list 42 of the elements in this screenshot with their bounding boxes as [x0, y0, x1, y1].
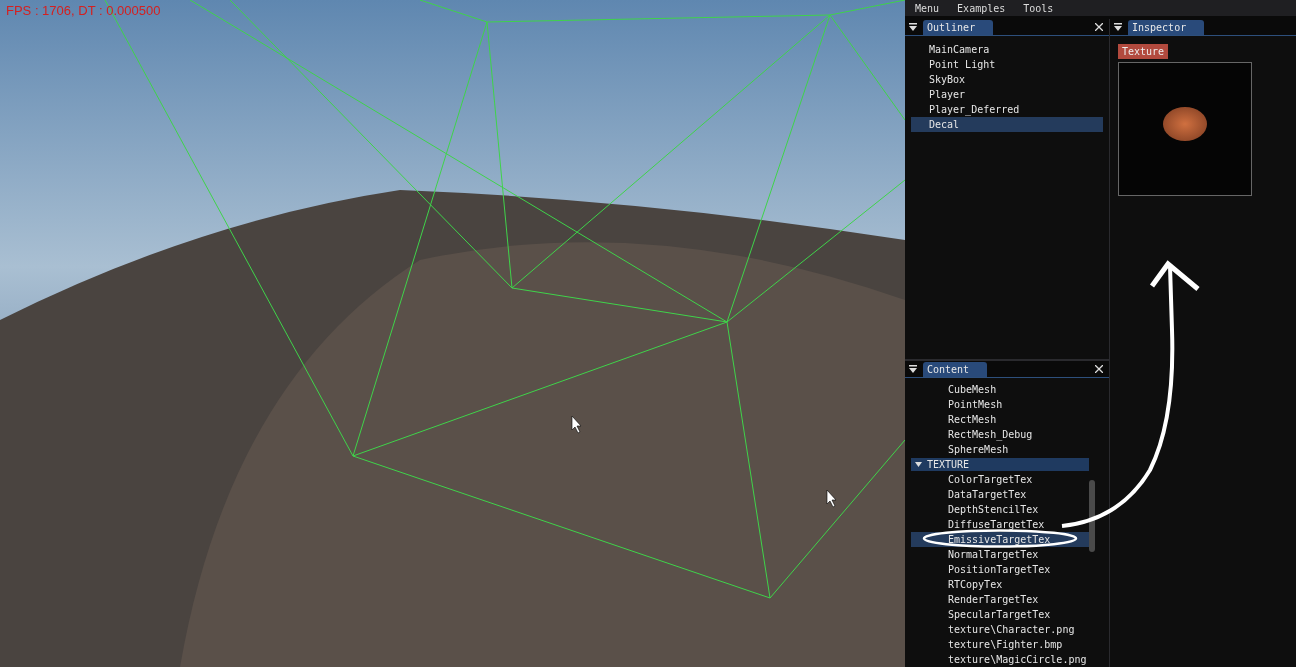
content-item[interactable]: SpecularTargetTex	[911, 607, 1089, 622]
content-item[interactable]: PointMesh	[911, 397, 1089, 412]
content-item[interactable]: PositionTargetTex	[911, 562, 1089, 577]
folder-header[interactable]: TEXTURE	[911, 458, 1089, 471]
outliner-item[interactable]: Point Light	[911, 57, 1103, 72]
panel-tab[interactable]: Content	[923, 362, 988, 377]
content-item[interactable]: texture\MagicCircle.png	[911, 652, 1089, 667]
outliner-item[interactable]: MainCamera	[911, 42, 1103, 57]
content-item[interactable]: ColorTargetTex	[911, 472, 1089, 487]
outliner-item[interactable]: Player	[911, 87, 1103, 102]
scrollbar[interactable]	[1089, 480, 1095, 552]
folder-label[interactable]: TEXTURE	[927, 458, 970, 471]
content-item[interactable]: DepthStencilTex	[911, 502, 1089, 517]
panel-tab[interactable]: Outliner	[923, 20, 994, 35]
menu-item[interactable]: Tools	[1023, 2, 1054, 14]
content-item[interactable]: SphereMesh	[911, 442, 1089, 457]
content-item[interactable]: RectMesh	[911, 412, 1089, 427]
fps-counter: FPS : 1706, DT : 0.000500	[6, 3, 161, 18]
close-icon[interactable]	[1095, 23, 1103, 31]
expand-arrow-icon[interactable]	[915, 461, 922, 468]
outliner-item[interactable]: Player_Deferred	[911, 102, 1103, 117]
menu-item[interactable]: Menu	[915, 2, 940, 14]
content-item[interactable]: CubeMesh	[911, 382, 1089, 397]
content-item[interactable]: RTCopyTex	[911, 577, 1089, 592]
collapse-icon[interactable]	[1114, 23, 1122, 31]
collapse-icon[interactable]	[909, 23, 917, 31]
texture-button[interactable]: Texture	[1118, 44, 1169, 59]
content-item[interactable]: DataTargetTex	[911, 487, 1089, 502]
cursor-icon	[826, 489, 837, 508]
content-item[interactable]: NormalTargetTex	[911, 547, 1089, 562]
cursor-icon	[571, 415, 582, 434]
panel-tab[interactable]: Inspector	[1128, 20, 1205, 35]
content-item[interactable]: RenderTargetTex	[911, 592, 1089, 607]
outliner-item[interactable]: SkyBox	[911, 72, 1103, 87]
collapse-icon[interactable]	[909, 365, 917, 373]
close-icon[interactable]	[1095, 365, 1103, 373]
content-item[interactable]: RectMesh_Debug	[911, 427, 1089, 442]
content-item[interactable]: texture\Character.png	[911, 622, 1089, 637]
menu-item[interactable]: Examples	[957, 2, 1006, 14]
content-item[interactable]: DiffuseTargetTex	[911, 517, 1089, 532]
outliner-item[interactable]: Decal	[911, 117, 1103, 132]
content-item[interactable]: texture\Fighter.bmp	[911, 637, 1089, 652]
